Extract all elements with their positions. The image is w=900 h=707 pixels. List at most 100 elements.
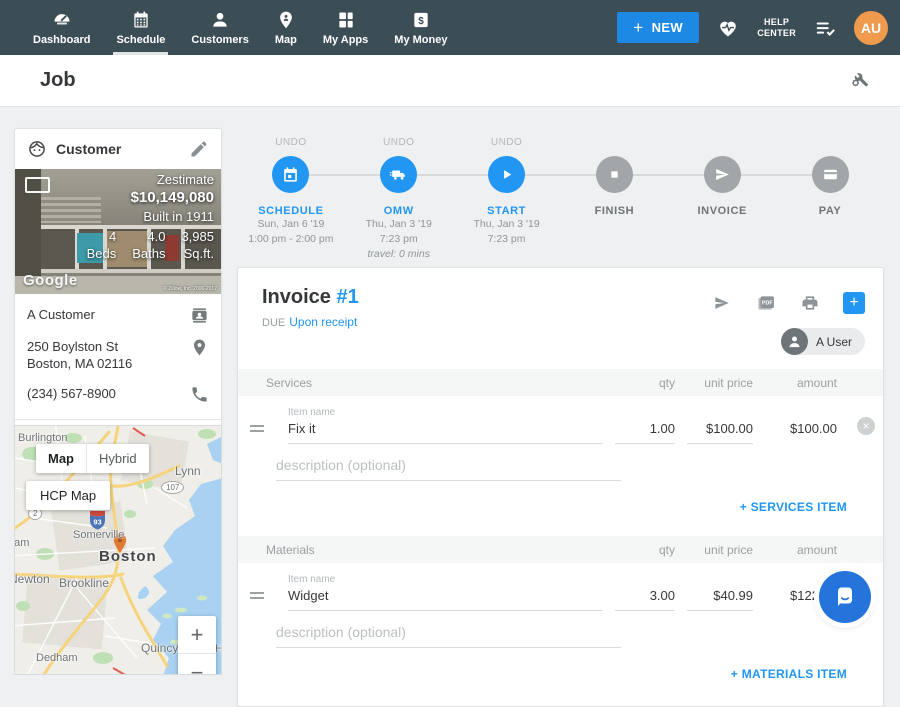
main-content: Customer Zestimate $10,149,080 Built in … <box>0 107 900 675</box>
customer-phone: (234) 567-8900 <box>27 385 116 402</box>
pdf-icon[interactable]: PDF <box>755 293 777 313</box>
wrench-gear-icon <box>848 67 870 89</box>
property-photo[interactable]: Zestimate $10,149,080 Built in 1911 4Bed… <box>15 169 221 294</box>
help-center-link[interactable]: HELP CENTER <box>757 17 796 39</box>
due-terms-link[interactable]: Upon receipt <box>289 315 357 329</box>
stat-baths: 4.0Baths <box>132 228 165 262</box>
service-item-name-input[interactable] <box>288 421 603 444</box>
qty-column-header: qty <box>615 376 675 390</box>
invoice-step-button[interactable] <box>704 156 741 193</box>
map-type-hybrid-button[interactable]: Hybrid <box>86 444 149 473</box>
apps-grid-icon <box>335 10 357 30</box>
service-description-input[interactable] <box>276 457 621 481</box>
google-watermark: Google <box>23 272 78 289</box>
phone-icon[interactable] <box>190 385 209 404</box>
pay-step-button[interactable] <box>812 156 849 193</box>
nav-item-my-money[interactable]: $ My Money <box>381 0 460 55</box>
nav-item-schedule[interactable]: Schedule <box>103 0 178 55</box>
services-title: Services <box>238 376 603 390</box>
amount-column-header: amount <box>765 543 845 557</box>
add-services-item-link[interactable]: + SERVICES ITEM <box>740 500 847 514</box>
nav-item-customers[interactable]: Customers <box>178 0 261 55</box>
zillow-copyright: © Zillow, Inc. 2006-2017 <box>163 286 217 292</box>
new-button[interactable]: + NEW <box>617 12 699 43</box>
customer-phone-row: (234) 567-8900 <box>27 385 209 404</box>
invoice-header: Invoice #1 DUEUpon receipt PDF + A <box>238 268 883 355</box>
finish-step-button[interactable] <box>596 156 633 193</box>
customer-name: A Customer <box>27 306 95 323</box>
customer-card-header: Customer <box>15 129 221 169</box>
map-label-dedham: Dedham <box>36 652 78 664</box>
materials-section-header: Materials qty unit price amount <box>238 536 883 563</box>
zestimate-value: $10,149,080 <box>87 189 214 206</box>
customer-address: 250 Boylston St Boston, MA 02116 <box>27 338 132 372</box>
stat-sqft: 3,985Sq.ft. <box>181 228 214 262</box>
stat-beds: 4Beds <box>87 228 117 262</box>
task-list-icon[interactable] <box>813 17 837 39</box>
hcp-map-button[interactable]: HCP Map <box>26 481 110 510</box>
nav-item-dashboard[interactable]: Dashboard <box>20 0 103 55</box>
schedule-icon <box>130 10 152 30</box>
undo-omw-link[interactable]: UNDO <box>383 137 414 150</box>
person-icon <box>787 334 802 349</box>
invoice-due: DUEUpon receipt <box>262 315 359 329</box>
undo-start-link[interactable]: UNDO <box>491 137 522 150</box>
send-icon <box>713 165 732 184</box>
timeline-step-invoice: INVOICE <box>668 137 776 262</box>
drag-handle-icon[interactable] <box>238 425 276 444</box>
add-invoice-button[interactable]: + <box>843 292 865 314</box>
material-unit-price-input[interactable] <box>687 588 753 611</box>
assignee-pill[interactable]: A User <box>781 328 865 355</box>
nav-label: Customers <box>191 34 248 46</box>
assignee-avatar <box>781 328 808 355</box>
built-year: Built in 1911 <box>87 209 214 224</box>
undo-schedule-link[interactable]: UNDO <box>275 137 306 150</box>
print-icon[interactable] <box>799 293 821 313</box>
svg-text:93: 93 <box>93 518 101 527</box>
zoom-out-button[interactable]: − <box>178 654 216 675</box>
nav-label: Dashboard <box>33 34 90 46</box>
map-widget[interactable]: 93 Burlington Lynn 107 2 Somerville ham … <box>14 425 222 675</box>
job-tools-button[interactable] <box>848 67 870 94</box>
invoice-card: Invoice #1 DUEUpon receipt PDF + A <box>237 267 884 707</box>
edit-pencil-icon[interactable] <box>189 139 209 159</box>
service-unit-price-input[interactable] <box>687 421 753 444</box>
nav-item-map[interactable]: Map <box>262 0 310 55</box>
material-qty-input[interactable] <box>615 588 675 611</box>
chat-help-button[interactable] <box>819 571 871 623</box>
material-description-input[interactable] <box>276 624 621 648</box>
map-type-map-button[interactable]: Map <box>36 444 86 473</box>
nav-item-my-apps[interactable]: My Apps <box>310 0 381 55</box>
service-qty-input[interactable] <box>615 421 675 444</box>
add-materials-item-link[interactable]: + MATERIALS ITEM <box>731 667 847 681</box>
unit-price-column-header: unit price <box>687 543 753 557</box>
map-label-quincy: Quincy <box>141 641 178 655</box>
map-label-waltham: ham <box>14 537 29 549</box>
step-detail: Thu, Jan 3 '197:23 pmtravel: 0 mins <box>366 217 432 262</box>
remove-item-button[interactable]: × <box>857 417 875 435</box>
schedule-step-button[interactable] <box>272 156 309 193</box>
map-label-somerville: Somerville <box>73 529 124 541</box>
add-services-row: + SERVICES ITEM <box>238 481 883 522</box>
contact-card-icon[interactable] <box>190 306 209 325</box>
step-detail: Thu, Jan 3 '197:23 pm <box>473 217 539 247</box>
face-icon <box>27 139 47 159</box>
user-avatar[interactable]: AU <box>854 11 888 45</box>
step-label: SCHEDULE <box>258 205 323 217</box>
start-step-button[interactable] <box>488 156 525 193</box>
omw-step-button[interactable] <box>380 156 417 193</box>
nav-label: Map <box>275 34 297 46</box>
step-label: PAY <box>819 205 842 217</box>
location-pin-icon[interactable] <box>190 338 209 357</box>
drag-handle-icon[interactable] <box>238 592 276 611</box>
street-view-icon[interactable] <box>25 177 50 193</box>
customer-card: Customer Zestimate $10,149,080 Built in … <box>14 128 222 459</box>
help-center-line1: HELP <box>757 17 796 28</box>
send-invoice-icon[interactable] <box>711 293 733 313</box>
zoom-in-button[interactable]: + <box>178 616 216 654</box>
heart-pulse-icon[interactable] <box>716 17 740 39</box>
material-item-name-input[interactable] <box>288 588 603 611</box>
map-type-buttons: Map Hybrid <box>36 444 149 473</box>
help-center-line2: CENTER <box>757 28 796 39</box>
item-name-label: Item name <box>288 574 603 585</box>
